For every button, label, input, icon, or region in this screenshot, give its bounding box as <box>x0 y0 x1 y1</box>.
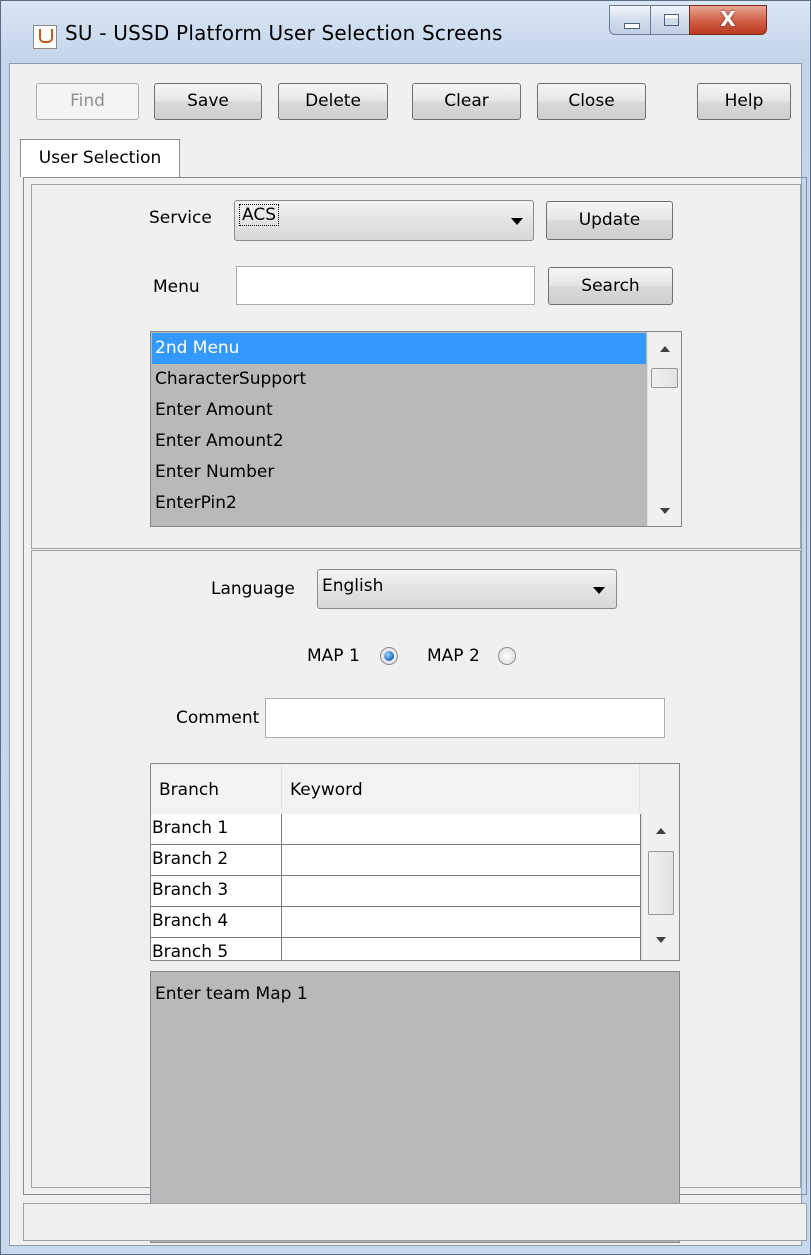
search-button[interactable]: Search <box>548 267 673 305</box>
minimize-button[interactable] <box>609 5 651 35</box>
scroll-up-icon[interactable] <box>659 346 670 352</box>
list-item[interactable]: Enter Amount2 <box>152 426 646 457</box>
service-selected-text: ACS <box>239 204 279 226</box>
scroll-up-icon[interactable] <box>655 828 666 834</box>
comment-label: Comment <box>176 708 260 728</box>
list-item[interactable]: 2nd Menu <box>152 333 646 364</box>
table-cell-keyword[interactable] <box>282 938 641 960</box>
scroll-thumb[interactable] <box>648 851 674 915</box>
branch-table-scrollbar[interactable] <box>641 811 679 960</box>
list-item[interactable]: CharacterSupport <box>152 364 646 395</box>
service-dropdown[interactable]: ACS <box>234 200 534 241</box>
radio-selected-dot <box>384 651 394 661</box>
table-cell-branch[interactable]: Branch 5 <box>151 938 282 960</box>
close-window-button[interactable]: X <box>689 5 767 35</box>
menu-search-input[interactable] <box>236 266 535 305</box>
map2-radio[interactable] <box>498 647 516 665</box>
window-title: SU - USSD Platform User Selection Screen… <box>65 21 503 45</box>
column-header-branch[interactable]: Branch <box>151 764 282 810</box>
map2-label: MAP 2 <box>427 646 480 666</box>
find-button[interactable]: Find <box>36 83 139 120</box>
save-button[interactable]: Save <box>154 83 262 120</box>
table-cell-keyword[interactable] <box>282 907 641 938</box>
clear-button[interactable]: Clear <box>412 83 521 120</box>
tab-user-selection[interactable]: User Selection <box>20 139 180 177</box>
menu-label: Menu <box>153 277 200 297</box>
menu-list[interactable]: 2nd Menu CharacterSupport Enter Amount E… <box>150 331 682 527</box>
table-cell-branch[interactable]: Branch 3 <box>151 876 282 907</box>
java-app-icon[interactable] <box>33 25 57 49</box>
language-label: Language <box>211 579 295 599</box>
table-cell-keyword[interactable] <box>282 876 641 907</box>
maximize-icon <box>664 14 679 26</box>
list-item[interactable]: Enter Number <box>152 457 646 488</box>
list-item[interactable]: Enter Amount <box>152 395 646 426</box>
table-cell-branch[interactable]: Branch 1 <box>151 814 282 845</box>
minimize-icon <box>624 23 640 29</box>
close-button[interactable]: Close <box>537 83 646 120</box>
help-button[interactable]: Help <box>697 83 791 120</box>
branch-table: Branch Keyword Branch 1 Branch 2 Branch … <box>150 763 680 961</box>
comment-field[interactable] <box>265 698 665 738</box>
service-label: Service <box>149 208 212 228</box>
maximize-button[interactable] <box>650 5 690 35</box>
application-window: SU - USSD Platform User Selection Screen… <box>0 0 811 1255</box>
scroll-down-icon[interactable] <box>655 937 666 943</box>
table-cell-keyword[interactable] <box>282 814 641 845</box>
map1-label: MAP 1 <box>307 646 360 666</box>
chevron-down-icon <box>511 218 523 225</box>
delete-button[interactable]: Delete <box>278 83 388 120</box>
language-selected-value: English <box>322 576 384 596</box>
close-icon: X <box>720 7 736 31</box>
list-item[interactable]: EnterPin2 <box>152 488 646 519</box>
service-selected-value: ACS <box>239 204 279 226</box>
update-button[interactable]: Update <box>546 201 673 240</box>
status-bar <box>23 1203 807 1241</box>
scroll-down-icon[interactable] <box>659 508 670 514</box>
map1-radio[interactable] <box>380 647 398 665</box>
column-header-keyword[interactable]: Keyword <box>282 764 640 810</box>
menu-list-scrollbar[interactable] <box>647 332 681 526</box>
scroll-thumb[interactable] <box>651 368 678 388</box>
chevron-down-icon <box>593 587 605 594</box>
table-cell-branch[interactable]: Branch 4 <box>151 907 282 938</box>
table-cell-keyword[interactable] <box>282 845 641 876</box>
language-dropdown[interactable]: English <box>317 569 617 609</box>
table-cell-branch[interactable]: Branch 2 <box>151 845 282 876</box>
